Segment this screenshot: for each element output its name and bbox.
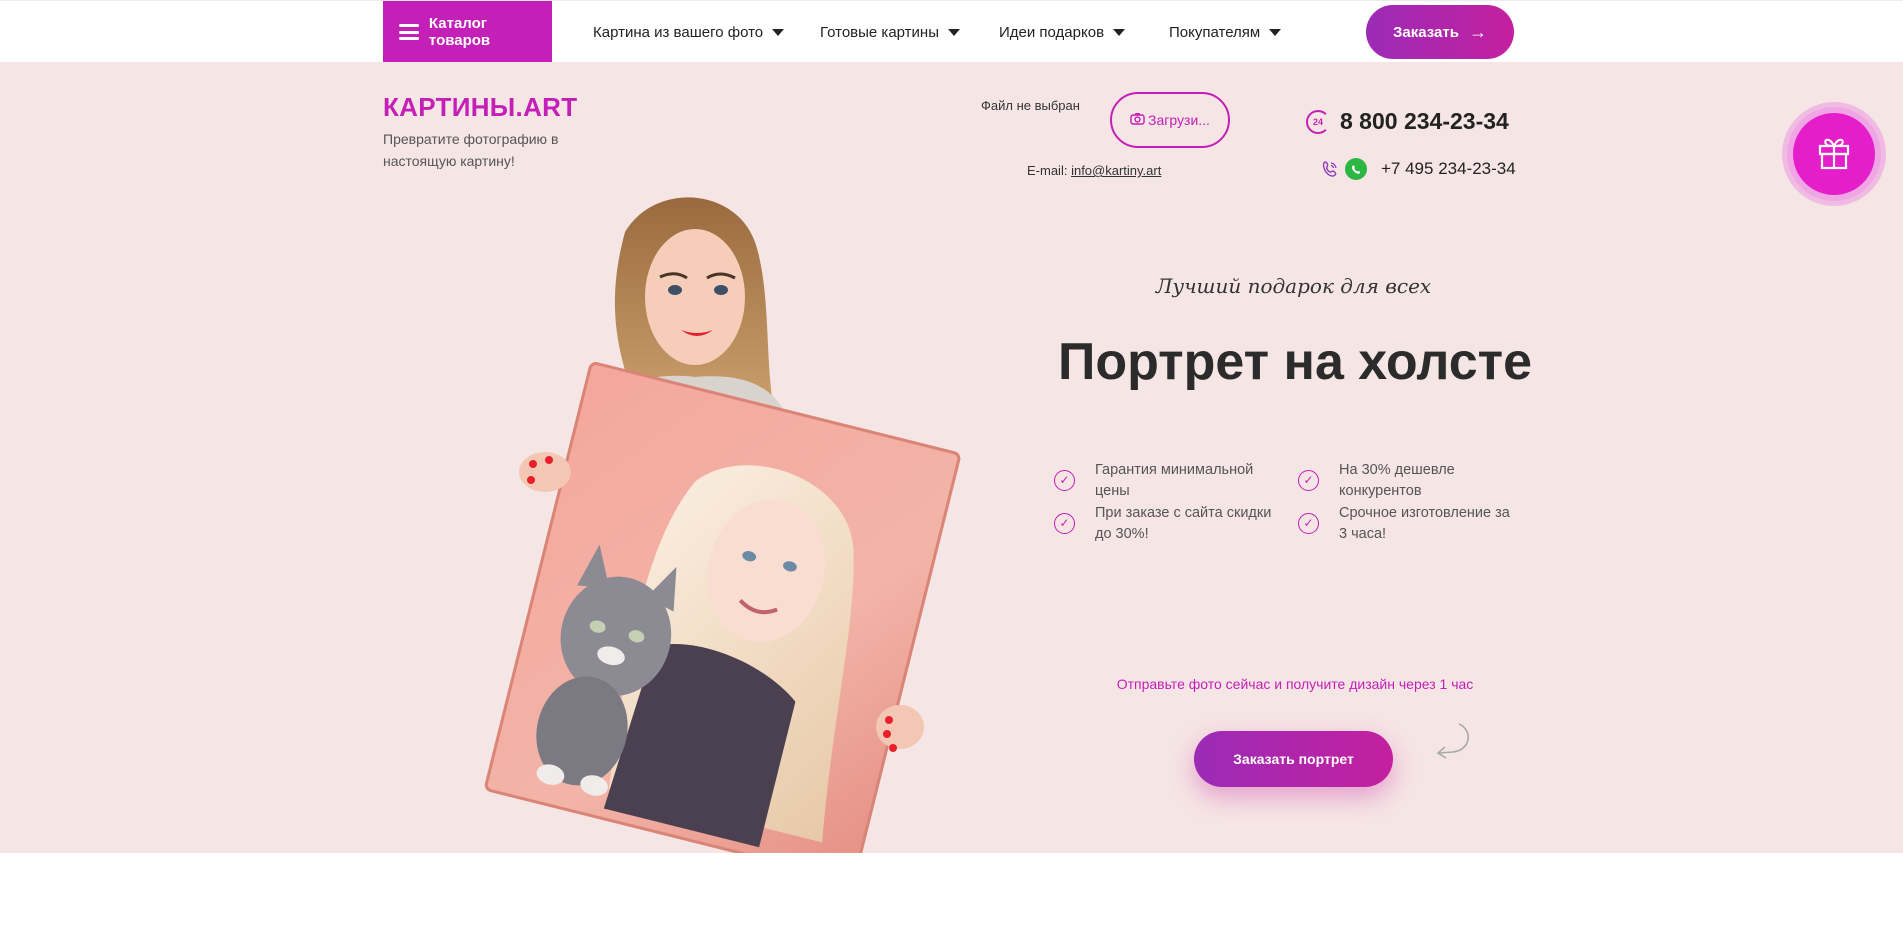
benefit-item: ✓ На 30% дешевле конкурентов (1298, 460, 1519, 502)
chevron-down-icon (1113, 28, 1126, 36)
gift-widget (1782, 102, 1886, 206)
nav-label: Картина из вашего фото (593, 23, 764, 41)
chevron-down-icon (772, 28, 785, 36)
hero-photo (455, 192, 995, 853)
phone-main-number: 8 800 234-23-34 (1340, 108, 1509, 134)
camera-icon (1130, 112, 1145, 128)
nav-label: Идеи подарков (999, 23, 1105, 41)
top-navigation-bar: Каталог товаров Картина из вашего фото Г… (0, 0, 1903, 63)
nav-label: Покупателям (1169, 23, 1261, 41)
catalog-label: Каталог товаров (428, 15, 491, 49)
site-tagline: Превратите фотографию в настоящую картин… (383, 131, 559, 169)
benefit-text: При заказе с сайта скидки до 30%! (1095, 505, 1272, 542)
gift-icon (1814, 132, 1854, 177)
site-logo[interactable]: КАРТИНЫ.ART (383, 92, 577, 123)
order-button[interactable]: Заказать → (1366, 5, 1514, 59)
check-icon: ✓ (1298, 470, 1319, 491)
check-icon: ✓ (1054, 470, 1075, 491)
nav-item-gift-ideas[interactable]: Идеи подарков (999, 1, 1126, 63)
upload-photo-button[interactable]: Загрузи... (1110, 92, 1230, 148)
chevron-down-icon (1269, 28, 1282, 36)
hero-title: Портрет на холсте (1057, 333, 1533, 391)
viber-icon[interactable] (1319, 158, 1341, 180)
cta-note: Отправьте фото сейчас и получите дизайн … (1116, 676, 1474, 692)
phone-secondary[interactable]: +7 495 234-23-34 (1319, 158, 1516, 180)
chevron-down-icon (948, 28, 960, 36)
nav-item-customers[interactable]: Покупателям (1169, 1, 1282, 63)
nav-item-photo-painting[interactable]: Картина из вашего фото (593, 1, 785, 63)
email-link[interactable]: info@kartiny.art (1071, 163, 1161, 178)
hero-subtitle: Лучший подарок для всех (1155, 274, 1432, 298)
gift-button[interactable] (1793, 113, 1875, 195)
whatsapp-icon[interactable] (1345, 158, 1367, 180)
phone-secondary-number: +7 495 234-23-34 (1381, 159, 1516, 178)
phone-main[interactable]: 24 8 800 234-23-34 (1306, 108, 1509, 135)
benefit-item: ✓ Срочное изготовление за 3 часа! (1298, 503, 1519, 545)
check-icon: ✓ (1298, 513, 1319, 534)
nav-label: Готовые картины (820, 23, 939, 41)
menu-icon (399, 24, 419, 40)
benefit-text: На 30% дешевле конкурентов (1339, 462, 1455, 499)
catalog-button[interactable]: Каталог товаров (383, 1, 552, 63)
curved-arrow-icon (1436, 723, 1469, 759)
benefit-text: Гарантия минимальной цены (1095, 462, 1254, 499)
hero-section: КАРТИНЫ.ART Превратите фотографию в наст… (0, 62, 1903, 853)
order-label: Заказать (1393, 23, 1459, 41)
benefit-item: ✓ При заказе с сайта скидки до 30%! (1054, 503, 1275, 545)
benefit-text: Срочное изготовление за 3 часа! (1339, 505, 1510, 542)
check-icon: ✓ (1054, 513, 1075, 534)
clock-24-icon: 24 (1306, 109, 1330, 134)
contact-email: E-mail: info@kartiny.art (1027, 163, 1161, 178)
file-status: Файл не выбран (981, 98, 1080, 113)
order-portrait-button[interactable]: Заказать портрет (1194, 731, 1393, 787)
email-label: E-mail: (1027, 163, 1068, 178)
upload-label: Загрузи... (1148, 112, 1210, 128)
arrow-right-icon: → (1468, 21, 1487, 42)
benefit-item: ✓ Гарантия минимальной цены (1054, 460, 1275, 502)
nav-item-ready-paintings[interactable]: Готовые картины (820, 1, 960, 63)
